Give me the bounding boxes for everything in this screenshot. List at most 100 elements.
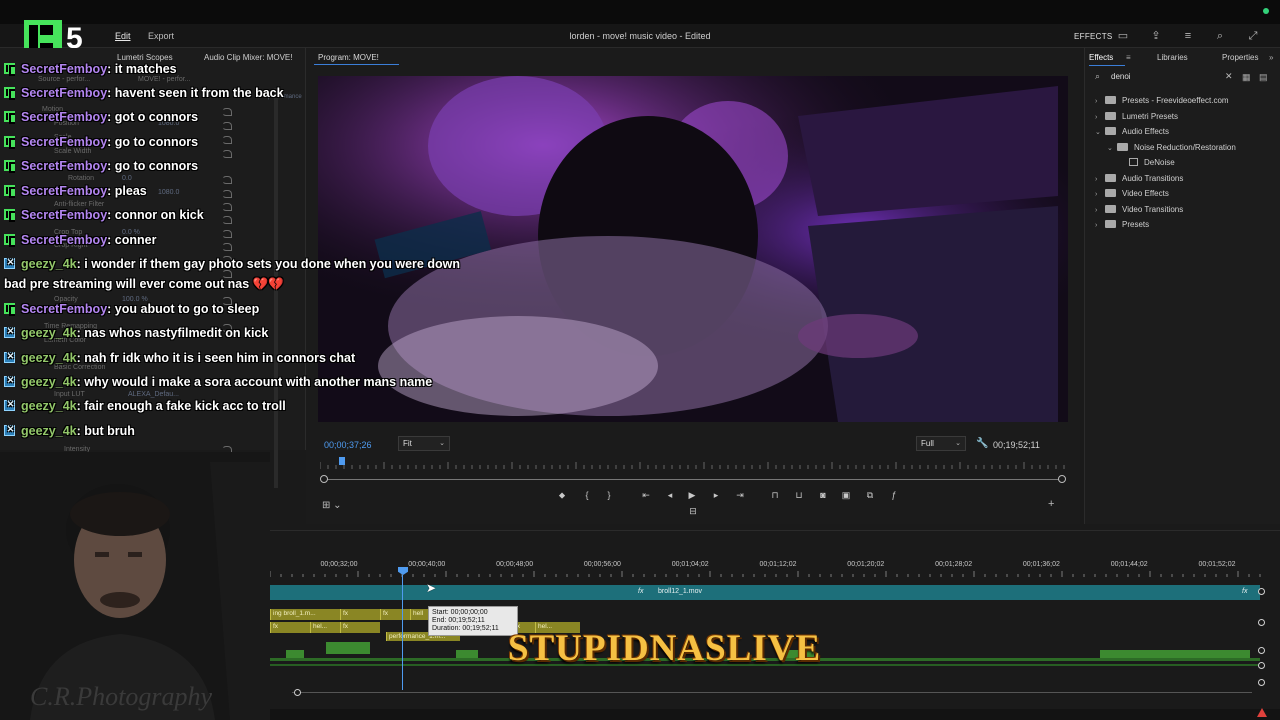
bin-icon[interactable]: ▦ — [1242, 72, 1251, 83]
chat-username[interactable]: geezy_4k — [21, 326, 77, 340]
clear-icon[interactable]: ✕ — [1225, 71, 1233, 82]
timeline-clip[interactable]: ing broll_1.m... — [270, 609, 340, 620]
chat-text: : go to connors — [107, 135, 199, 149]
chevron-right-icon[interactable]: › — [1095, 207, 1105, 214]
effects-folder[interactable]: › Video Effects — [1095, 189, 1169, 198]
tab-libraries[interactable]: Libraries — [1157, 53, 1188, 62]
zoom-handle-right[interactable] — [1058, 475, 1066, 483]
mark-out-icon[interactable]: } — [602, 490, 616, 500]
zoom-handle-left[interactable] — [320, 475, 328, 483]
chevron-right-icon[interactable]: › — [1095, 222, 1105, 229]
settings-icon[interactable]: ⊞ ⌄ — [322, 500, 342, 511]
menu-lines-icon[interactable]: ≡ — [1182, 30, 1194, 42]
timeline-clip[interactable]: hell — [410, 609, 430, 620]
program-zoom-bar[interactable] — [320, 475, 1066, 483]
chat-username[interactable]: geezy_4k — [21, 351, 77, 365]
chat-username[interactable]: SecretFemboy — [21, 135, 107, 149]
effects-folder[interactable]: ⌄ Audio Effects — [1095, 127, 1169, 136]
search-icon[interactable]: ⌕ — [1214, 30, 1226, 42]
chat-username[interactable]: SecretFemboy — [21, 86, 107, 100]
vr-icon[interactable]: ⊟ — [686, 506, 700, 517]
ruler-ticks — [270, 571, 1261, 577]
chat-username[interactable]: geezy_4k — [21, 257, 77, 271]
panel-icon[interactable]: ▭ — [1117, 30, 1129, 42]
track-scroll-dot[interactable] — [1258, 647, 1265, 654]
chevron-right-icon[interactable]: › — [1095, 176, 1105, 183]
chat-username[interactable]: geezy_4k — [21, 375, 77, 389]
effect-item[interactable]: DeNoise — [1119, 158, 1175, 167]
chat-username[interactable]: SecretFemboy — [21, 233, 107, 247]
effects-folder[interactable]: › Presets — [1095, 220, 1149, 229]
chat-username[interactable]: geezy_4k — [21, 399, 77, 413]
effects-folder[interactable]: ⌄ Noise Reduction/Restoration — [1107, 142, 1236, 152]
chat-username[interactable]: SecretFemboy — [21, 62, 107, 76]
more-tabs-icon[interactable]: » — [1269, 53, 1273, 62]
audio-clip[interactable] — [326, 642, 370, 654]
ruler-timecode: 00;01;52;02 — [1198, 561, 1236, 568]
chat-username[interactable]: SecretFemboy — [21, 159, 107, 173]
chat-username[interactable]: SecretFemboy — [21, 208, 107, 222]
go-to-out-icon[interactable]: ⇥ — [733, 490, 747, 501]
track-scroll-dot[interactable] — [1258, 588, 1265, 595]
audio-clip[interactable] — [286, 650, 304, 658]
tab-properties[interactable]: Properties — [1222, 53, 1258, 62]
folder-icon — [1105, 173, 1116, 182]
chat-username[interactable]: SecretFemboy — [21, 184, 107, 198]
chat-username[interactable]: SecretFemboy — [21, 110, 107, 124]
chevron-right-icon[interactable]: › — [1095, 98, 1105, 105]
go-to-in-icon[interactable]: ⇤ — [639, 490, 653, 501]
audio-clip[interactable] — [456, 650, 478, 658]
wrench-icon[interactable]: 🔧 — [976, 438, 988, 449]
timeline-zoom-bar[interactable] — [292, 689, 1252, 696]
timeline-clip[interactable]: fx — [340, 609, 380, 620]
workspace-label[interactable]: EFFECTS — [1074, 32, 1113, 41]
tab-menu-icon[interactable]: ≡ — [1126, 53, 1131, 62]
lift-icon[interactable]: ⊓ — [768, 490, 782, 501]
effects-folder[interactable]: › Presets - Freevideoeffect.com — [1095, 96, 1229, 105]
resolution-select[interactable]: Full ⌄ — [916, 436, 966, 451]
track-scroll-dot[interactable] — [1258, 662, 1265, 669]
play-icon[interactable]: ▶ — [685, 490, 699, 501]
effects-folder[interactable]: › Video Transitions — [1095, 204, 1183, 214]
chevron-down-icon[interactable]: ⌄ — [1107, 144, 1117, 152]
twitter-badge-icon — [4, 399, 16, 411]
program-playhead[interactable] — [339, 457, 345, 465]
kick-badge-icon — [4, 87, 15, 98]
track-scroll-dot[interactable] — [1258, 619, 1265, 626]
accelerated-icon[interactable]: ▤ — [1259, 72, 1268, 83]
chevron-right-icon[interactable]: › — [1095, 114, 1105, 121]
timeline-clip[interactable]: hel... — [310, 622, 340, 633]
share-icon[interactable]: ⇪ — [1150, 30, 1162, 42]
fx-toggle-icon[interactable]: ƒ — [887, 490, 901, 500]
effects-folder[interactable]: › Lumetri Presets — [1095, 111, 1178, 121]
chevron-down-icon[interactable]: ⌄ — [1095, 128, 1105, 136]
chat-username[interactable]: geezy_4k — [21, 424, 77, 438]
track-v3-clip[interactable]: fx broll12_1.mov fx — [270, 585, 1260, 600]
tab-effects[interactable]: Effects — [1089, 53, 1113, 62]
effects-folder[interactable]: › Audio Transitions — [1095, 173, 1183, 183]
search-input[interactable]: denoi — [1111, 72, 1131, 81]
timeline-clip[interactable]: fx — [340, 622, 380, 633]
step-back-icon[interactable]: ◂ — [663, 490, 677, 501]
chat-username[interactable]: SecretFemboy — [21, 302, 107, 316]
extract-icon[interactable]: ⊔ — [792, 490, 806, 501]
mark-in-icon[interactable]: { — [580, 490, 594, 500]
audio-clip[interactable] — [1100, 650, 1250, 658]
timeline-clip[interactable]: fx — [380, 609, 410, 620]
multicam-icon[interactable]: ▣ — [839, 490, 853, 501]
add-marker-icon[interactable]: ⬥ — [555, 490, 569, 501]
track-scroll-dot[interactable] — [1258, 679, 1265, 686]
warning-icon[interactable] — [1257, 708, 1267, 717]
chevron-right-icon[interactable]: › — [1095, 191, 1105, 198]
twitter-badge-icon — [4, 375, 16, 387]
camera-icon[interactable]: ◙ — [816, 490, 830, 500]
timeline-clip[interactable]: fx — [270, 622, 310, 633]
program-ruler[interactable] — [320, 460, 1066, 470]
add-button-icon[interactable]: + — [1048, 498, 1054, 510]
step-forward-icon[interactable]: ▸ — [709, 490, 723, 501]
compare-icon[interactable]: ⧉ — [863, 490, 877, 501]
tree-label: Audio Effects — [1122, 127, 1169, 136]
effects-search[interactable]: ⌕ denoi ✕ — [1093, 70, 1243, 84]
zoom-handle[interactable] — [294, 689, 301, 696]
expand-icon[interactable]: ⤢ — [1247, 30, 1259, 42]
